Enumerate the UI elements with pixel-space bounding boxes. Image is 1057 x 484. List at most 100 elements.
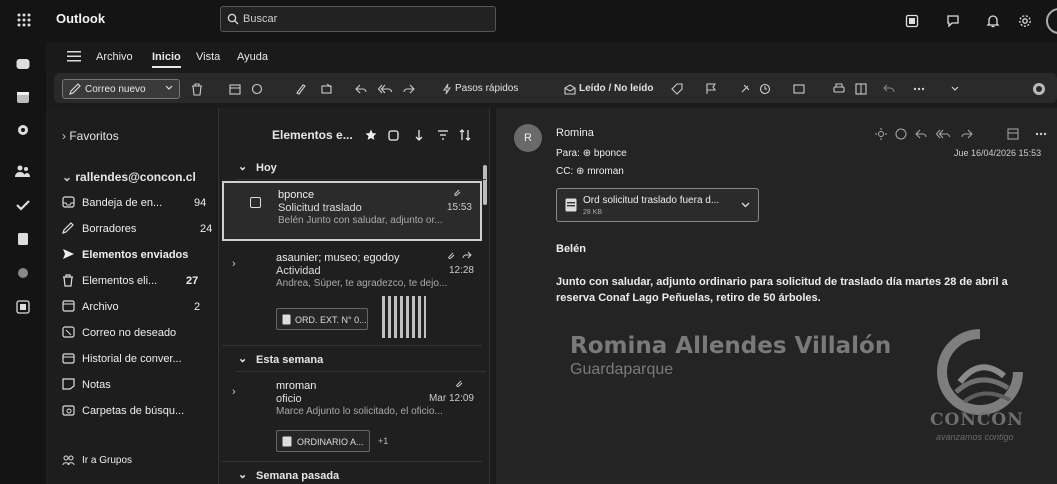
group-header-this-week[interactable]: ⌄ Esta semana	[236, 350, 486, 372]
quick-steps-icon[interactable]	[438, 80, 456, 98]
folder-label: Notas	[82, 379, 111, 391]
reply-all-icon[interactable]	[936, 127, 950, 141]
mail-app-icon[interactable]	[12, 53, 34, 75]
immersive-reader-icon[interactable]	[852, 80, 870, 98]
copilot-app-icon[interactable]	[12, 119, 34, 141]
people-app-icon[interactable]	[12, 160, 34, 182]
folder-history[interactable]: Historial de conver...	[62, 350, 210, 370]
folder-junk[interactable]: Correo no deseado	[62, 324, 210, 344]
files-app-icon[interactable]	[12, 228, 34, 250]
sender-avatar[interactable]: R	[514, 124, 542, 152]
attachment-chip[interactable]: ORD. EXT. N° 0...	[276, 308, 368, 330]
folder-sent[interactable]: Elementos enviados	[62, 246, 210, 266]
chevron-right-icon[interactable]: ›	[232, 386, 236, 398]
menu-vista[interactable]: Vista	[196, 51, 220, 63]
undo-icon[interactable]	[880, 80, 898, 98]
select-icon[interactable]	[386, 128, 400, 142]
message-time: 15:53	[446, 202, 472, 213]
sender-name[interactable]: Romina	[556, 127, 594, 139]
reply-all-icon[interactable]	[376, 80, 394, 98]
print-icon[interactable]	[830, 80, 848, 98]
open-in-window-icon[interactable]	[1006, 127, 1020, 141]
read-unread-button[interactable]: Leído / No leído	[579, 83, 653, 97]
list-title[interactable]: Elementos e...	[272, 128, 353, 142]
message-checkbox[interactable]	[250, 197, 261, 208]
group-header-last-week[interactable]: ⌄ Semana pasada	[236, 466, 486, 484]
chevron-right-icon[interactable]: ›	[232, 258, 236, 270]
forward-icon[interactable]	[400, 80, 418, 98]
person-icon: ⊕	[576, 166, 585, 177]
folder-search[interactable]: Carpetas de búsqu...	[62, 402, 210, 422]
sweep-icon[interactable]	[292, 80, 310, 98]
deleted-count: 27	[186, 275, 199, 287]
archive-icon[interactable]	[226, 80, 244, 98]
folder-drafts[interactable]: Borradores 24	[62, 220, 212, 240]
quick-steps-button[interactable]: Pasos rápidos	[455, 83, 518, 97]
to-label: Para:	[556, 148, 580, 159]
reply-icon[interactable]	[914, 127, 928, 141]
flag-icon[interactable]	[702, 80, 720, 98]
message-item[interactable]: › asaunier; museo; egodoy Actividad 12:2…	[222, 246, 482, 346]
bell-icon[interactable]	[983, 11, 1003, 31]
more-options-icon[interactable]	[910, 80, 928, 98]
message-item[interactable]: › mroman oficio Mar 12:09 Marce Adjunto …	[222, 374, 482, 462]
new-mail-button[interactable]: Correo nuevo	[62, 79, 180, 99]
account-header[interactable]: ⌄ rallendes@concon.cl	[62, 170, 196, 184]
message-time: 12:28	[448, 265, 474, 276]
tag-icon[interactable]	[668, 80, 686, 98]
menu-ayuda[interactable]: Ayuda	[237, 51, 268, 63]
favorites-header[interactable]: › Favoritos	[62, 129, 119, 143]
sensitivity-icon[interactable]	[874, 127, 888, 141]
more-actions-icon[interactable]	[1034, 127, 1048, 141]
menu-archivo[interactable]: Archivo	[96, 51, 133, 63]
more-attachments[interactable]: +1	[378, 436, 388, 446]
pin-icon[interactable]	[736, 80, 754, 98]
folder-notes[interactable]: Notas	[62, 376, 210, 396]
chevron-down-icon[interactable]	[165, 85, 173, 91]
folder-inbox[interactable]: Bandeja de en... 94	[62, 194, 210, 214]
search-folder-icon	[62, 404, 75, 416]
attachment-size: 28 KB	[583, 209, 603, 216]
emoji-icon[interactable]	[894, 127, 908, 141]
folder-deleted[interactable]: Elementos eli... 27	[62, 272, 210, 292]
cc-recipient[interactable]: mroman	[587, 166, 624, 177]
search-input[interactable]	[243, 10, 483, 28]
delete-icon[interactable]	[188, 80, 206, 98]
ribbon-collapse-icon[interactable]	[946, 80, 964, 98]
attachment-chip[interactable]: ORDINARIO A...	[276, 430, 370, 452]
calendar-app-icon[interactable]	[12, 86, 34, 108]
move-to-icon[interactable]	[318, 80, 336, 98]
message-subject: Solicitud traslado	[278, 202, 362, 214]
more-apps-icon[interactable]	[12, 296, 34, 318]
group-header-today[interactable]: ⌄ Hoy	[236, 158, 486, 180]
report-icon[interactable]	[248, 80, 266, 98]
forward-icon[interactable]	[960, 127, 974, 141]
chat-icon[interactable]	[943, 11, 963, 31]
meet-now-icon[interactable]	[902, 11, 922, 31]
envelope-open-icon[interactable]	[561, 80, 579, 98]
jump-to-icon[interactable]	[412, 128, 426, 142]
gear-icon[interactable]	[1015, 11, 1035, 31]
message-preview: Marce Adjunto lo solicitado, el oficio..…	[276, 406, 443, 417]
menu-inicio[interactable]: Inicio	[152, 51, 181, 68]
copilot-icon[interactable]	[1030, 80, 1048, 98]
chevron-down-icon[interactable]	[741, 202, 750, 208]
search-box[interactable]	[220, 6, 496, 32]
attachment-card[interactable]: Ord solicitud traslado fuera d... 28 KB	[556, 188, 759, 222]
app-launcher-icon[interactable]	[12, 8, 36, 32]
filter-icon[interactable]	[436, 128, 450, 142]
apps-app-icon[interactable]	[12, 262, 34, 284]
star-icon[interactable]	[364, 128, 378, 142]
to-recipient[interactable]: bponce	[594, 148, 627, 159]
reply-icon[interactable]	[352, 80, 370, 98]
sort-icon[interactable]	[458, 128, 472, 142]
hamburger-icon[interactable]	[66, 49, 82, 63]
folder-archive[interactable]: Archivo 2	[62, 298, 210, 318]
rules-icon[interactable]	[790, 80, 808, 98]
app-name[interactable]: Outlook	[56, 11, 105, 26]
go-to-groups[interactable]: Ir a Grupos	[62, 452, 210, 472]
signature-name: Romina Allendes Villalón	[570, 333, 892, 359]
message-item[interactable]: bponce Solicitud traslado 15:53 Belén Ju…	[222, 181, 482, 241]
snooze-icon[interactable]	[756, 80, 774, 98]
todo-app-icon[interactable]	[12, 194, 34, 216]
